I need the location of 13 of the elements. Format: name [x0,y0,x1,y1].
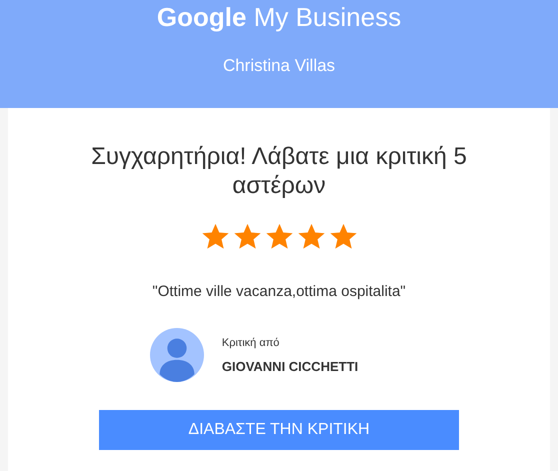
star-icon [264,222,294,251]
avatar-icon [150,328,204,382]
logo: Google My Business [156,2,402,32]
reviewer-label: Κριτική από [222,336,280,348]
star-icon [296,222,326,251]
review-heading: Συγχαρητήρια! Λάβατε μια κριτική 5 αστέρων [90,142,468,200]
star-icon [328,222,358,251]
star-icon [232,222,262,251]
business-name: Christina Villas [222,56,336,76]
star-icon [200,222,230,251]
read-review-button[interactable]: ΔΙΑΒΑΣΤΕ ΤΗΝ ΚΡΙΤΙΚΗ [99,410,459,450]
reviewer-name: GIOVANNI CICCHETTI [222,358,358,374]
review-quote: "Ottime ville vacanza,ottima ospitalita" [152,283,406,300]
